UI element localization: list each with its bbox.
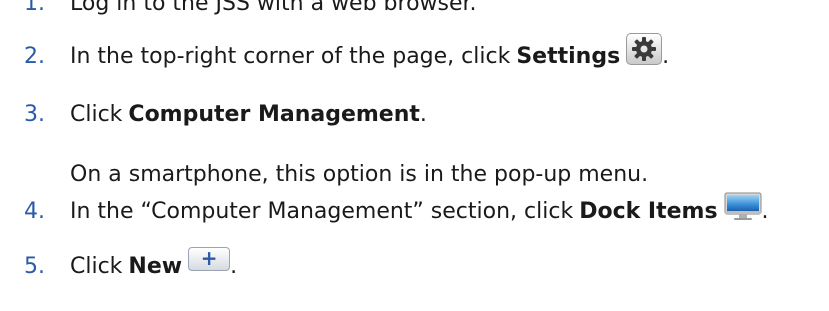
step-text: In the top-right corner of the page, cli… bbox=[70, 33, 670, 73]
dock-items-label: Dock Items bbox=[579, 199, 718, 224]
step-text: Log in to the JSS with a web browser. bbox=[70, 0, 477, 19]
step-number: 3. bbox=[24, 102, 45, 127]
monitor-icon bbox=[724, 192, 762, 220]
settings-gear-icon bbox=[626, 33, 663, 65]
step-text: In the “Computer Management” section, cl… bbox=[70, 192, 769, 227]
computer-management-label: Computer Management bbox=[128, 102, 420, 127]
step-number: 1. bbox=[24, 0, 45, 16]
step-note: On a smartphone, this option is in the p… bbox=[70, 162, 649, 187]
step-text-before: In the “Computer Management” section, cl… bbox=[70, 199, 574, 224]
step-number: 2. bbox=[24, 44, 45, 69]
step-text: Click Computer Management . bbox=[70, 100, 427, 130]
step-text-before: Click bbox=[70, 254, 123, 279]
step-text-after: . bbox=[761, 199, 769, 224]
new-label: New bbox=[128, 254, 183, 279]
settings-label: Settings bbox=[516, 44, 621, 69]
step-text-after: . bbox=[662, 44, 670, 69]
step-number: 4. bbox=[24, 199, 45, 224]
instruction-steps: 1. Log in to the JSS with a web browser.… bbox=[0, 0, 829, 311]
step-number: 5. bbox=[24, 254, 45, 279]
plus-icon: + bbox=[188, 247, 231, 271]
step-text-before: Click bbox=[70, 102, 123, 127]
step-3-note: On a smartphone, this option is in the p… bbox=[70, 160, 648, 190]
step-text-main: Log in to the JSS with a web browser. bbox=[70, 0, 477, 16]
step-text: Click New + . bbox=[70, 247, 238, 282]
step-text-after: . bbox=[230, 254, 238, 279]
step-text-before: In the top-right corner of the page, cli… bbox=[70, 44, 511, 69]
step-text-after: . bbox=[419, 102, 427, 127]
